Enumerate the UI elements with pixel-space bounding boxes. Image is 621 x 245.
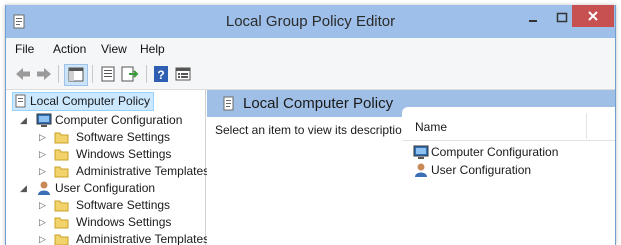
tree-label: Administrative Templates: [76, 232, 210, 245]
tree-label: Local Computer Policy: [30, 94, 151, 108]
tree-item-computer-configuration[interactable]: ◢ Computer Configuration: [20, 112, 205, 129]
tree-label: Software Settings: [76, 130, 171, 144]
list-item-computer-configuration[interactable]: Computer Configuration: [413, 144, 593, 161]
expanded-arrow-icon[interactable]: ◢: [20, 180, 27, 197]
title-bar[interactable]: Local Group Policy Editor: [6, 5, 615, 38]
main-window: Local Group Policy Editor File Action Vi…: [5, 5, 616, 245]
tree-item-administrative-templates[interactable]: ▷ Administrative Templates: [39, 163, 209, 180]
tree-label: Software Settings: [76, 198, 171, 212]
menu-bar: File Action View Help: [6, 38, 615, 60]
svg-text:?: ?: [157, 68, 164, 82]
tree-item-administrative-templates[interactable]: ▷ Administrative Templates: [39, 231, 209, 245]
column-name-label: Name: [415, 120, 448, 134]
result-pane: Local Computer Policy Select an item to …: [207, 90, 615, 245]
back-icon[interactable]: [14, 65, 32, 83]
close-button[interactable]: [572, 5, 614, 27]
list-item-user-configuration[interactable]: User Configuration: [413, 162, 593, 179]
collapsed-arrow-icon[interactable]: ▷: [39, 146, 46, 163]
folder-icon: [54, 200, 69, 212]
tree-item-windows-settings[interactable]: ▷ Windows Settings: [39, 146, 205, 163]
expanded-arrow-icon[interactable]: ◢: [20, 112, 27, 129]
toolbar-separator: [58, 65, 59, 83]
toolbar-separator: [92, 65, 93, 83]
export-list-icon[interactable]: [120, 65, 140, 83]
folder-icon: [54, 132, 69, 144]
tree-item-user-configuration[interactable]: ◢ User Configuration: [20, 180, 205, 197]
user-icon: [38, 181, 50, 195]
policy-icon: [223, 96, 234, 111]
folder-icon: [54, 217, 69, 229]
toolbar-separator: [146, 65, 147, 83]
folder-icon: [54, 166, 69, 178]
help-icon[interactable]: ?: [152, 65, 170, 83]
menu-help[interactable]: Help: [140, 42, 165, 56]
minimize-button[interactable]: [520, 5, 546, 29]
properties-icon[interactable]: [99, 65, 117, 83]
menu-action[interactable]: Action: [53, 42, 86, 56]
result-pane-title: Local Computer Policy: [243, 95, 394, 112]
computer-icon: [413, 145, 429, 159]
tree-label: Computer Configuration: [55, 113, 183, 127]
minimize-icon: [529, 20, 537, 22]
forward-icon[interactable]: [35, 65, 53, 83]
collapsed-arrow-icon[interactable]: ▷: [39, 129, 46, 146]
collapsed-arrow-icon[interactable]: ▷: [39, 163, 46, 180]
show-hide-tree-button[interactable]: [64, 64, 88, 86]
item-list: Name Computer Configuration User Configu…: [402, 107, 615, 245]
tree-item-software-settings[interactable]: ▷ Software Settings: [39, 197, 205, 214]
tree-item-software-settings[interactable]: ▷ Software Settings: [39, 129, 205, 146]
folder-icon: [54, 149, 69, 161]
collapsed-arrow-icon[interactable]: ▷: [39, 231, 46, 245]
collapsed-arrow-icon[interactable]: ▷: [39, 214, 46, 231]
list-item-label: User Configuration: [431, 163, 532, 177]
column-divider[interactable]: [586, 113, 587, 139]
close-icon: [588, 11, 598, 21]
policy-icon: [15, 94, 26, 108]
user-icon: [415, 163, 427, 177]
collapsed-arrow-icon[interactable]: ▷: [39, 197, 46, 214]
tree-label: Windows Settings: [76, 147, 172, 161]
menu-file[interactable]: File: [15, 42, 34, 56]
toolbar: ?: [6, 60, 615, 90]
tree-label: Administrative Templates: [76, 164, 210, 178]
list-item-label: Computer Configuration: [431, 145, 559, 159]
description-text: Select an item to view its description.: [215, 123, 412, 137]
column-header[interactable]: Name: [402, 107, 615, 141]
computer-icon: [36, 113, 52, 127]
console-tree-icon: [68, 67, 84, 82]
console-tree: Local Computer Policy ◢ Computer Configu…: [6, 90, 209, 245]
menu-view[interactable]: View: [101, 42, 127, 56]
tree-item-local-computer-policy[interactable]: Local Computer Policy: [12, 92, 154, 111]
folder-icon: [54, 234, 69, 245]
tree-item-windows-settings[interactable]: ▷ Windows Settings: [39, 214, 205, 231]
tree-label: Windows Settings: [76, 215, 172, 229]
filter-options-icon[interactable]: [174, 65, 192, 83]
tree-label: User Configuration: [55, 181, 156, 195]
